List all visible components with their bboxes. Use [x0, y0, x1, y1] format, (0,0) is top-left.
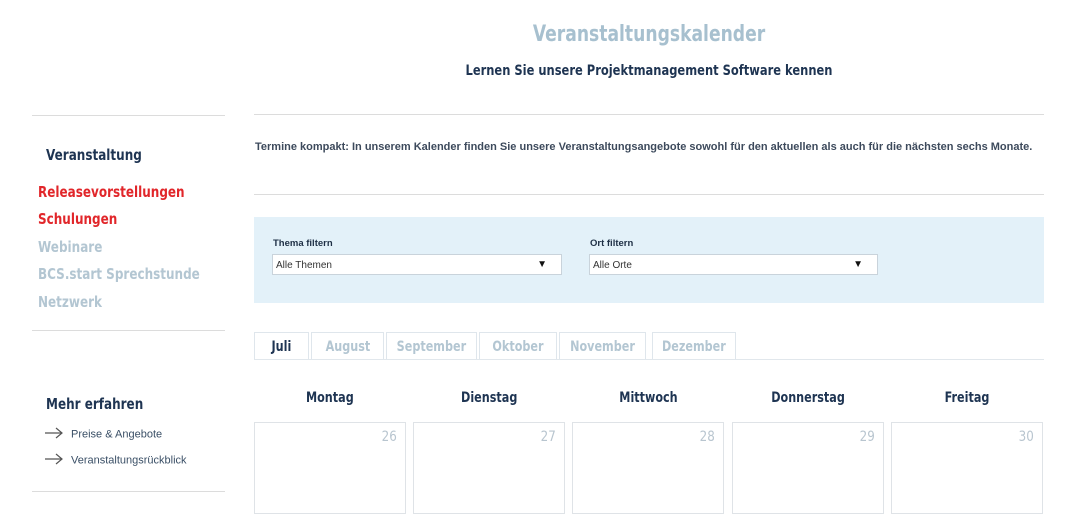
- tab-dezember[interactable]: Dezember: [652, 332, 736, 360]
- day-number: 26: [381, 429, 397, 445]
- calendar-day-cell[interactable]: 26: [254, 422, 406, 514]
- weekday-label: Dienstag: [460, 390, 518, 406]
- weekday-label: Montag: [306, 390, 354, 406]
- day-number: 29: [859, 429, 875, 445]
- tab-juli[interactable]: Juli: [254, 332, 309, 360]
- weekday-label: Donnerstag: [771, 390, 845, 406]
- day-number: 28: [699, 429, 715, 445]
- sidebar-divider: [32, 330, 225, 331]
- weekday-header: Mittwoch: [572, 389, 724, 407]
- more-link-label: Preise & Angebote: [71, 428, 163, 441]
- sidebar-divider: [32, 115, 225, 116]
- day-number: 27: [540, 429, 556, 445]
- tab-label: Juli: [271, 339, 292, 355]
- arrow-right-icon: [44, 453, 64, 468]
- weekday-header: Dienstag: [413, 389, 565, 407]
- dropdown-caret-icon: ▼: [853, 259, 863, 270]
- sidebar-divider: [32, 491, 225, 492]
- tab-label: September: [396, 339, 467, 355]
- divider: [254, 114, 1044, 115]
- sidebar-item-sprechstunde[interactable]: BCS.start Sprechstunde: [38, 265, 200, 283]
- tab-oktober[interactable]: Oktober: [479, 332, 557, 360]
- intro-text: Termine kompakt: In unserem Kalender fin…: [255, 141, 1033, 153]
- calendar-day-cell[interactable]: 28: [572, 422, 724, 514]
- arrow-right-icon: [44, 427, 64, 442]
- sidebar-heading: Veranstaltung: [46, 146, 142, 164]
- more-link-rueckblick[interactable]: Veranstaltungsrückblick: [44, 453, 187, 468]
- tab-baseline: [254, 359, 1044, 360]
- topic-filter-select[interactable]: Alle Themen ▼: [272, 254, 562, 275]
- location-filter-select[interactable]: Alle Orte ▼: [589, 254, 878, 275]
- topic-filter-value: Alle Themen: [276, 260, 332, 271]
- tab-label: Dezember: [662, 339, 726, 355]
- more-link-preise[interactable]: Preise & Angebote: [44, 427, 162, 442]
- weekday-label: Freitag: [944, 390, 990, 406]
- weekday-header: Freitag: [891, 389, 1043, 407]
- sidebar-item-netzwerk[interactable]: Netzwerk: [38, 293, 102, 311]
- tab-november[interactable]: November: [559, 332, 646, 360]
- more-heading: Mehr erfahren: [46, 395, 144, 413]
- location-filter-value: Alle Orte: [593, 260, 632, 271]
- page-subtitle: Lernen Sie unsere Projektmanagement Soft…: [465, 63, 833, 79]
- more-link-label: Veranstaltungsrückblick: [71, 454, 187, 467]
- day-number: 30: [1018, 429, 1034, 445]
- location-filter-label: Ort filtern: [590, 238, 634, 249]
- page-title: Veranstaltungskalender: [532, 22, 766, 47]
- sidebar-item-webinare[interactable]: Webinare: [38, 238, 102, 256]
- weekday-header: Montag: [254, 389, 406, 407]
- tab-label: Oktober: [492, 339, 544, 355]
- divider: [254, 194, 1044, 195]
- sidebar-item-schulungen[interactable]: Schulungen: [38, 210, 117, 228]
- calendar-day-cell[interactable]: 29: [732, 422, 884, 514]
- filter-panel: Thema filtern Alle Themen ▼ Ort filtern …: [254, 217, 1044, 303]
- calendar-day-cell[interactable]: 27: [413, 422, 565, 514]
- calendar-day-cell[interactable]: 30: [891, 422, 1043, 514]
- tab-label: August: [325, 339, 370, 355]
- dropdown-caret-icon: ▼: [537, 259, 547, 270]
- tab-august[interactable]: August: [311, 332, 384, 360]
- weekday-label: Mittwoch: [618, 390, 678, 406]
- topic-filter-label: Thema filtern: [273, 238, 333, 249]
- weekday-header: Donnerstag: [732, 389, 884, 407]
- tab-september[interactable]: September: [386, 332, 477, 360]
- tab-label: November: [570, 339, 635, 355]
- sidebar-item-releasevorstellungen[interactable]: Releasevorstellungen: [38, 183, 185, 201]
